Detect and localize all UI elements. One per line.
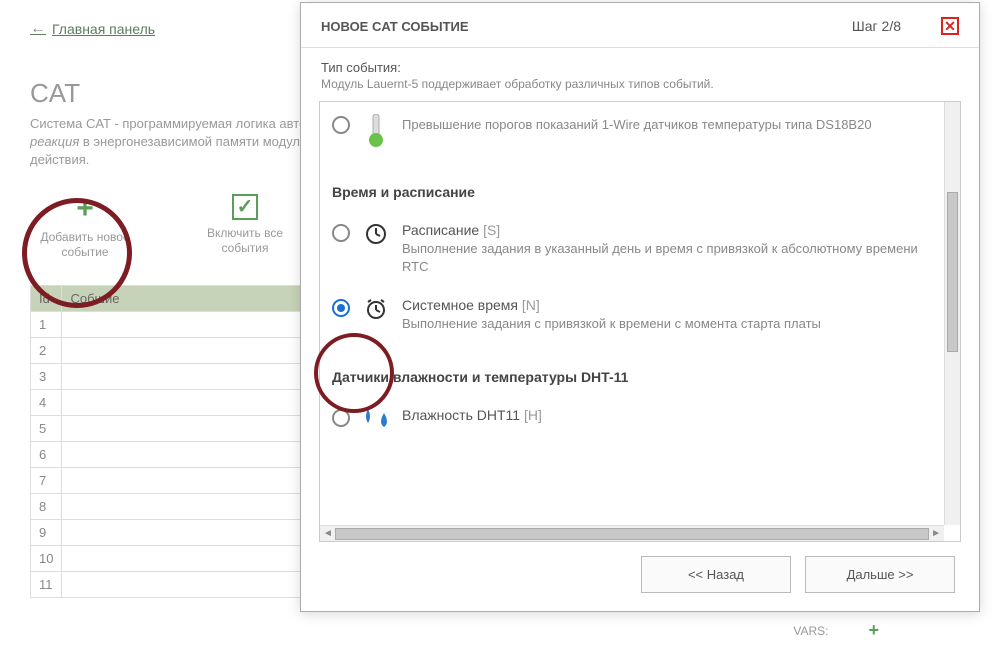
add-event-label: Добавить новое событие [30, 230, 140, 261]
modal-header: НОВОЕ CAT СОБЫТИЕ Шаг 2/8 ✕ [301, 3, 979, 48]
scroll-thumb[interactable] [947, 192, 958, 352]
event-option-schedule-title: Расписание [S] [402, 222, 932, 238]
event-option-dht-humidity-title: Влажность DHT11 [H] [402, 407, 932, 423]
category-dht: Датчики влажности и температуры DHT-11 [332, 369, 932, 385]
cell-id: 5 [31, 415, 62, 441]
radio-systime[interactable] [332, 299, 350, 317]
vars-label: VARS: [793, 624, 828, 638]
cell-id: 3 [31, 363, 62, 389]
event-type-scroll[interactable]: Превышение порогов показаний 1-Wire датч… [320, 102, 944, 525]
event-option-systime[interactable]: Системное время [N] Выполнение задания с… [332, 289, 932, 347]
cell-id: 9 [31, 519, 62, 545]
cell-id: 1 [31, 311, 62, 337]
thermometer-icon [362, 114, 390, 148]
enable-all-button[interactable]: ✓ Включить все события [190, 194, 300, 261]
cell-id: 11 [31, 571, 62, 597]
cell-id: 10 [31, 545, 62, 571]
event-option-1wire[interactable]: Превышение порогов показаний 1-Wire датч… [332, 106, 932, 162]
event-option-schedule[interactable]: Расписание [S] Выполнение задания в указ… [332, 214, 932, 289]
cell-id: 8 [31, 493, 62, 519]
cell-id: 4 [31, 389, 62, 415]
cell-id: 6 [31, 441, 62, 467]
category-time: Время и расписание [332, 184, 932, 200]
radio-1wire[interactable] [332, 116, 350, 134]
scroll-left-arrow-icon[interactable]: ◄ [323, 528, 333, 539]
modal-step: Шаг 2/8 [852, 18, 901, 34]
vars-row: VARS: + [793, 620, 879, 641]
check-icon: ✓ [232, 194, 258, 220]
modal-subheader: Тип события: Модуль Lauernt-5 поддержива… [301, 48, 979, 101]
arrow-left-icon: ← [30, 20, 46, 38]
event-option-systime-desc: Выполнение задания с привязкой к времени… [402, 315, 932, 333]
plus-icon: + [76, 194, 94, 224]
modal-title: НОВОЕ CAT СОБЫТИЕ [321, 19, 469, 34]
alarm-clock-icon [362, 297, 390, 321]
new-event-modal: НОВОЕ CAT СОБЫТИЕ Шаг 2/8 ✕ Тип события:… [300, 2, 980, 612]
event-type-list: Превышение порогов показаний 1-Wire датч… [319, 101, 961, 542]
scroll-right-arrow-icon[interactable]: ► [931, 528, 941, 539]
th-id: Id [31, 285, 62, 311]
event-option-schedule-desc: Выполнение задания в указанный день и вр… [402, 240, 932, 275]
enable-all-label: Включить все события [190, 226, 300, 257]
horizontal-scrollbar[interactable]: ◄ ► [320, 525, 944, 541]
cell-id: 7 [31, 467, 62, 493]
back-link-label: Главная панель [52, 21, 155, 37]
event-option-1wire-desc: Превышение порогов показаний 1-Wire датч… [402, 116, 932, 134]
hscroll-thumb[interactable] [335, 528, 929, 540]
radio-dht-humidity[interactable] [332, 409, 350, 427]
back-link[interactable]: ← Главная панель [30, 20, 155, 38]
humidity-icon [362, 407, 390, 429]
clock-icon [362, 222, 390, 246]
event-type-label: Тип события: [321, 60, 959, 75]
close-icon[interactable]: ✕ [941, 17, 959, 35]
modal-footer: << Назад Дальше >> [301, 542, 979, 611]
back-button[interactable]: << Назад [641, 556, 791, 593]
add-event-button[interactable]: + Добавить новое событие [30, 194, 140, 261]
plus-icon[interactable]: + [868, 620, 879, 641]
event-option-dht-humidity[interactable]: Влажность DHT11 [H] [332, 399, 932, 443]
vertical-scrollbar[interactable] [944, 102, 960, 525]
event-type-desc: Модуль Lauernt-5 поддерживает обработку … [321, 77, 959, 91]
cell-id: 2 [31, 337, 62, 363]
event-option-systime-title: Системное время [N] [402, 297, 932, 313]
next-button[interactable]: Дальше >> [805, 556, 955, 593]
radio-schedule[interactable] [332, 224, 350, 242]
